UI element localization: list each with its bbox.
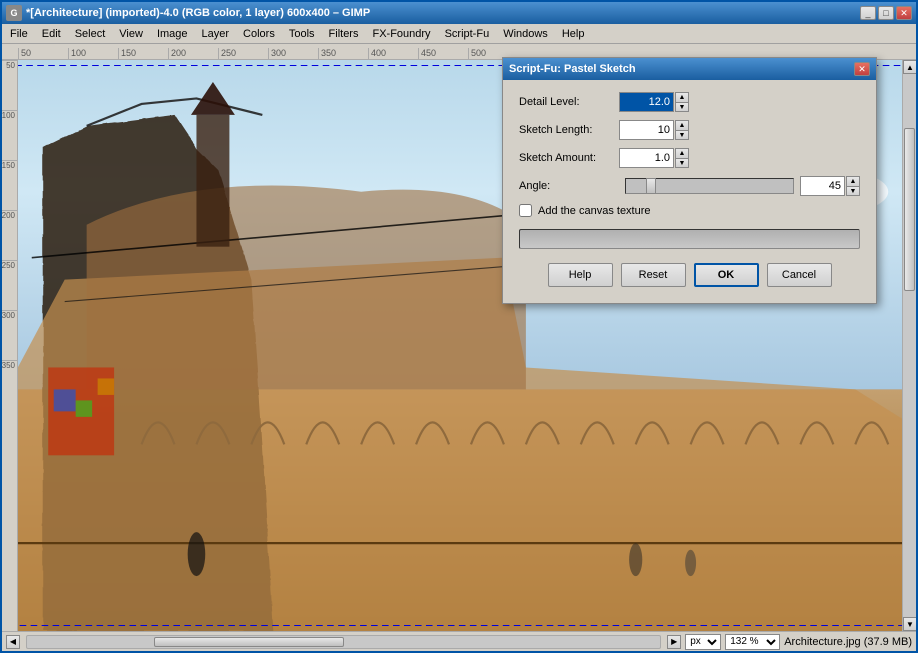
menu-colors[interactable]: Colors	[237, 26, 281, 42]
menu-fx-foundry[interactable]: FX-Foundry	[366, 26, 436, 42]
dialog-title-text: Script-Fu: Pastel Sketch	[509, 63, 636, 75]
sketch-amount-row: Sketch Amount: ▲ ▼	[519, 148, 860, 168]
ruler-h-mark-9: 450	[418, 48, 468, 59]
menu-help[interactable]: Help	[556, 26, 591, 42]
main-window: G *[Architecture] (imported)-4.0 (RGB co…	[0, 0, 918, 653]
sketch-amount-input[interactable]	[619, 148, 674, 168]
detail-level-spinner: ▲ ▼	[675, 92, 689, 112]
dialog-body: Detail Level: ▲ ▼ Sketch Length: ▲ ▼	[503, 80, 876, 303]
angle-label: Angle:	[519, 180, 619, 192]
detail-level-increment[interactable]: ▲	[675, 92, 689, 102]
sketch-amount-increment[interactable]: ▲	[675, 148, 689, 158]
horizontal-scrollbar[interactable]	[26, 635, 661, 649]
detail-level-row: Detail Level: ▲ ▼	[519, 92, 860, 112]
dialog-title-bar: Script-Fu: Pastel Sketch ✕	[503, 58, 876, 80]
sketch-length-increment[interactable]: ▲	[675, 120, 689, 130]
ruler-vertical: 50 100 150 200 250 300 350	[2, 60, 18, 631]
minimize-button[interactable]: _	[860, 6, 876, 20]
scroll-up-button[interactable]: ▲	[903, 60, 916, 74]
zoom-selector[interactable]: 132 % 100 % 50 %	[725, 634, 780, 650]
help-button[interactable]: Help	[548, 263, 613, 287]
menu-edit[interactable]: Edit	[36, 26, 67, 42]
unit-selector[interactable]: px cm in	[685, 634, 721, 650]
close-button[interactable]: ✕	[896, 6, 912, 20]
cancel-button[interactable]: Cancel	[767, 263, 832, 287]
scroll-right-button[interactable]: ▶	[667, 635, 681, 649]
ruler-v-mark-5: 250	[2, 260, 17, 310]
ruler-v-mark-6: 300	[2, 310, 17, 360]
title-bar: G *[Architecture] (imported)-4.0 (RGB co…	[2, 2, 916, 24]
scroll-left-button[interactable]: ◀	[6, 635, 20, 649]
script-fu-dialog: Script-Fu: Pastel Sketch ✕ Detail Level:…	[502, 57, 877, 304]
angle-row: Angle: ▲ ▼	[519, 176, 860, 196]
ruler-h-mark-6: 300	[268, 48, 318, 59]
sketch-amount-spinner: ▲ ▼	[675, 148, 689, 168]
angle-decrement[interactable]: ▼	[846, 186, 860, 196]
sketch-amount-decrement[interactable]: ▼	[675, 158, 689, 168]
app-icon: G	[6, 5, 22, 21]
sketch-length-decrement[interactable]: ▼	[675, 130, 689, 140]
menu-windows[interactable]: Windows	[497, 26, 554, 42]
window-title: *[Architecture] (imported)-4.0 (RGB colo…	[26, 7, 370, 19]
canvas-texture-checkbox[interactable]	[519, 204, 532, 217]
title-bar-content: G *[Architecture] (imported)-4.0 (RGB co…	[6, 5, 370, 21]
canvas-texture-row: Add the canvas texture	[519, 204, 860, 217]
menu-file[interactable]: File	[4, 26, 34, 42]
dialog-buttons: Help Reset OK Cancel	[519, 263, 860, 291]
ruler-v-mark-1: 50	[2, 60, 17, 110]
menu-view[interactable]: View	[113, 26, 149, 42]
menu-select[interactable]: Select	[69, 26, 112, 42]
angle-slider[interactable]	[625, 178, 794, 194]
ruler-h-mark-4: 200	[168, 48, 218, 59]
detail-level-input[interactable]	[619, 92, 674, 112]
sketch-length-input[interactable]	[619, 120, 674, 140]
angle-spinner: ▲ ▼	[846, 176, 860, 196]
sketch-length-input-wrap: ▲ ▼	[619, 120, 689, 140]
ruler-h-mark-5: 250	[218, 48, 268, 59]
detail-level-decrement[interactable]: ▼	[675, 102, 689, 112]
bottom-bar: ◀ ▶ px cm in 132 % 100 % 50 % Architectu…	[2, 631, 916, 651]
menu-layer[interactable]: Layer	[196, 26, 236, 42]
ruler-v-mark-4: 200	[2, 210, 17, 260]
ruler-h-mark-2: 100	[68, 48, 118, 59]
ruler-v-marks: 50 100 150 200 250 300 350	[2, 60, 17, 410]
ruler-h-mark-3: 150	[118, 48, 168, 59]
sketch-amount-input-wrap: ▲ ▼	[619, 148, 689, 168]
sketch-amount-label: Sketch Amount:	[519, 152, 619, 164]
ruler-v-mark-3: 150	[2, 160, 17, 210]
detail-level-label: Detail Level:	[519, 96, 619, 108]
menu-tools[interactable]: Tools	[283, 26, 321, 42]
ok-button[interactable]: OK	[694, 263, 759, 287]
scroll-thumb-horizontal[interactable]	[154, 637, 344, 647]
menu-filters[interactable]: Filters	[323, 26, 365, 42]
sketch-length-spinner: ▲ ▼	[675, 120, 689, 140]
ruler-h-marks: 50 100 150 200 250 300 350 400 450 500	[18, 48, 518, 59]
progress-bar	[519, 229, 860, 249]
window-controls: _ □ ✕	[860, 6, 912, 20]
ruler-h-mark-1: 50	[18, 48, 68, 59]
angle-value-wrap: ▲ ▼	[800, 176, 860, 196]
menu-bar: File Edit Select View Image Layer Colors…	[2, 24, 916, 44]
scroll-down-button[interactable]: ▼	[903, 617, 916, 631]
detail-level-input-wrap: ▲ ▼	[619, 92, 689, 112]
scroll-track-vertical	[903, 74, 916, 617]
sketch-length-row: Sketch Length: ▲ ▼	[519, 120, 860, 140]
canvas-texture-label[interactable]: Add the canvas texture	[538, 205, 651, 217]
menu-image[interactable]: Image	[151, 26, 194, 42]
status-text: Architecture.jpg (37.9 MB)	[784, 636, 912, 648]
ruler-h-mark-7: 350	[318, 48, 368, 59]
ruler-h-mark-8: 400	[368, 48, 418, 59]
vertical-scrollbar: ▲ ▼	[902, 60, 916, 631]
scroll-thumb-vertical[interactable]	[904, 128, 915, 291]
ruler-v-mark-2: 100	[2, 110, 17, 160]
menu-script-fu[interactable]: Script-Fu	[439, 26, 496, 42]
maximize-button[interactable]: □	[878, 6, 894, 20]
angle-input[interactable]	[800, 176, 845, 196]
angle-increment[interactable]: ▲	[846, 176, 860, 186]
reset-button[interactable]: Reset	[621, 263, 686, 287]
dialog-close-button[interactable]: ✕	[854, 62, 870, 76]
ruler-v-mark-7: 350	[2, 360, 17, 410]
sketch-length-label: Sketch Length:	[519, 124, 619, 136]
